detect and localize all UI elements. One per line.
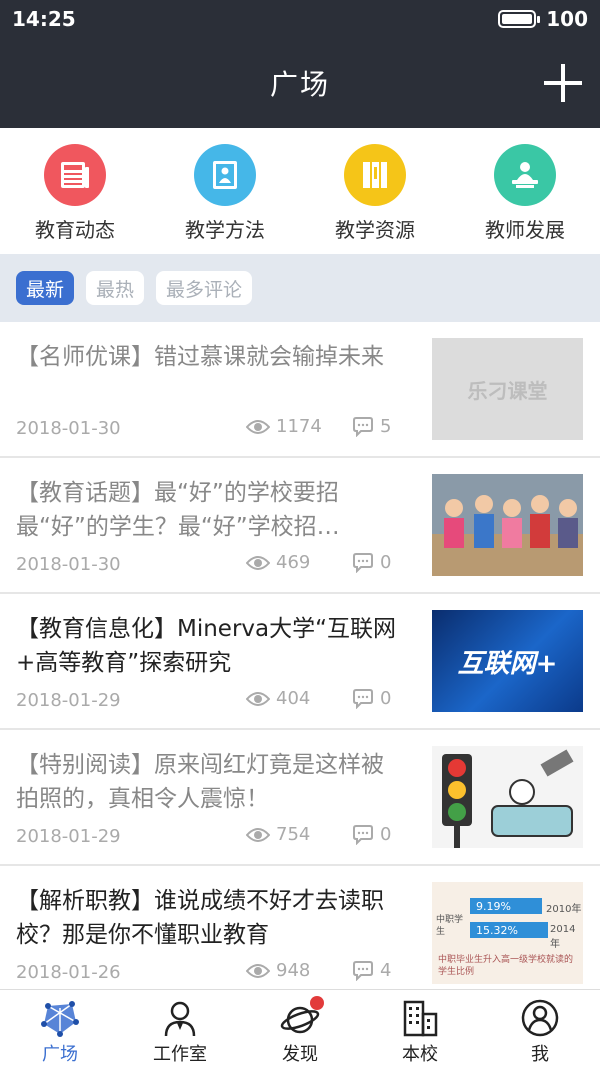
article-item[interactable]: 【教育话题】最“好”的学校要招最“好”的学生？最“好”学校招最“好”的学生？ 2… bbox=[0, 458, 600, 594]
comment-bubble-icon bbox=[353, 688, 373, 709]
title-bar: 广场 bbox=[0, 38, 600, 128]
eye-icon bbox=[246, 963, 270, 978]
nav-studio[interactable]: 工作室 bbox=[120, 990, 240, 1067]
page-title: 广场 bbox=[269, 68, 330, 101]
thumbnail-logo-text: 乐刁课堂 bbox=[467, 378, 548, 403]
nav-label: 本校 bbox=[402, 1044, 438, 1065]
thumbnail-year-2010: 2010年 bbox=[546, 904, 582, 915]
nav-plaza[interactable]: 广场 bbox=[0, 990, 120, 1067]
comment-bubble-icon bbox=[353, 416, 373, 437]
thumbnail-banner-text: 互联网+ bbox=[457, 648, 558, 679]
view-count: 404 bbox=[246, 688, 310, 709]
article-date: 2018-01-29 bbox=[16, 690, 121, 711]
thumbnail-caption: 中职毕业生升入高一级学校就读的学生比例 bbox=[438, 955, 574, 977]
filter-most-comments[interactable]: 最多评论 bbox=[156, 271, 253, 305]
notification-badge bbox=[310, 996, 324, 1010]
category-label: 教学方法 bbox=[185, 218, 265, 242]
eye-icon bbox=[246, 827, 270, 842]
article-list: 【名师优课】错过慕课就会输掉未来 2018-01-30 1174 5 乐刁课堂 … bbox=[0, 322, 600, 1002]
article-date: 2018-01-30 bbox=[16, 418, 121, 439]
add-button[interactable] bbox=[544, 64, 582, 102]
article-title: 【特别阅读】原来闯红灯竟是这样被拍照的，真相令人震惊！ bbox=[16, 752, 384, 812]
nav-label: 广场 bbox=[42, 1044, 78, 1065]
eye-icon bbox=[246, 555, 270, 570]
building-icon bbox=[403, 1000, 438, 1037]
eye-icon bbox=[246, 691, 270, 706]
nav-me[interactable]: 我 bbox=[480, 990, 600, 1067]
whiteboard-icon bbox=[194, 144, 256, 206]
article-date: 2018-01-30 bbox=[16, 554, 121, 575]
status-bar: 14:25 100 bbox=[0, 0, 600, 38]
category-label: 教育动态 bbox=[35, 218, 115, 242]
filter-latest[interactable]: 最新 bbox=[16, 271, 75, 305]
plaza-icon bbox=[41, 1001, 79, 1037]
view-count: 754 bbox=[246, 824, 310, 845]
article-thumbnail: 互联网+ bbox=[432, 610, 583, 712]
view-count: 948 bbox=[246, 960, 310, 981]
battery-level: 100 bbox=[546, 7, 588, 31]
bottom-nav: 广场 工作室 发现 本校 我 bbox=[0, 989, 600, 1067]
thumbnail-bar-2010: 9.19% bbox=[470, 898, 542, 914]
nav-school[interactable]: 本校 bbox=[360, 990, 480, 1067]
category-education-news[interactable]: 教育动态 bbox=[0, 144, 150, 243]
article-thumbnail: 乐刁课堂 bbox=[432, 338, 583, 440]
battery-indicator: 100 bbox=[498, 7, 588, 31]
article-item[interactable]: 【解析职教】谁说成绩不好才去读职校？那是你不懂职业教育 2018-01-26 9… bbox=[0, 866, 600, 1002]
comment-bubble-icon bbox=[353, 552, 373, 573]
article-title: 【教育话题】最“好”的学校要招最“好”的学生？最“好”学校招最“好”的学生？ bbox=[16, 480, 339, 540]
thumbnail-year-2014: 2014年 bbox=[550, 924, 576, 950]
nav-label: 我 bbox=[531, 1044, 549, 1065]
article-title: 【解析职教】谁说成绩不好才去读职校？那是你不懂职业教育 bbox=[16, 888, 384, 948]
news-icon bbox=[44, 144, 106, 206]
category-teacher-development[interactable]: 教师发展 bbox=[450, 144, 600, 243]
article-date: 2018-01-29 bbox=[16, 826, 121, 847]
comment-count: 5 bbox=[352, 416, 391, 437]
article-thumbnail bbox=[432, 474, 583, 576]
article-item[interactable]: 【教育信息化】Minerva大学“互联网+高等教育”探索研究 2018-01-2… bbox=[0, 594, 600, 730]
filter-bar: 最新 最热 最多评论 bbox=[0, 254, 600, 322]
status-time: 14:25 bbox=[12, 7, 76, 31]
article-title: 【教育信息化】Minerva大学“互联网+高等教育”探索研究 bbox=[16, 616, 397, 676]
comment-bubble-icon bbox=[353, 960, 373, 981]
article-title: 【名师优课】错过慕课就会输掉未来 bbox=[16, 344, 384, 370]
thumbnail-bar-2014: 15.32% bbox=[470, 922, 548, 938]
category-label: 教学资源 bbox=[335, 218, 415, 242]
nav-label: 发现 bbox=[282, 1044, 318, 1065]
profile-icon bbox=[521, 999, 559, 1037]
article-item[interactable]: 【特别阅读】原来闯红灯竟是这样被拍照的，真相令人震惊！ 2018-01-29 7… bbox=[0, 730, 600, 866]
article-thumbnail: 中职学生 9.19% 2010年 15.32% 2014年 中职毕业生升入高一级… bbox=[432, 882, 583, 984]
books-icon bbox=[344, 144, 406, 206]
category-row: 教育动态 教学方法 教学资源 教师发展 bbox=[0, 128, 600, 254]
thumbnail-side-label: 中职学生 bbox=[436, 915, 464, 937]
article-date: 2018-01-26 bbox=[16, 962, 121, 983]
category-label: 教师发展 bbox=[485, 218, 565, 242]
article-thumbnail bbox=[432, 746, 583, 848]
app-root: 14:25 100 广场 教育动态 教学方法 教学资源 教师发展 最新 最热 最… bbox=[0, 0, 600, 1067]
comment-bubble-icon bbox=[353, 824, 373, 845]
nav-label: 工作室 bbox=[153, 1044, 207, 1065]
view-count: 469 bbox=[246, 552, 310, 573]
studio-person-icon bbox=[164, 1001, 196, 1037]
comment-count: 0 bbox=[352, 688, 391, 709]
article-item[interactable]: 【名师优课】错过慕课就会输掉未来 2018-01-30 1174 5 乐刁课堂 bbox=[0, 322, 600, 458]
category-teaching-resources[interactable]: 教学资源 bbox=[300, 144, 450, 243]
battery-icon bbox=[498, 10, 541, 28]
view-count: 1174 bbox=[246, 416, 322, 437]
comment-count: 0 bbox=[352, 552, 391, 573]
filter-hottest[interactable]: 最热 bbox=[86, 271, 145, 305]
nav-discover[interactable]: 发现 bbox=[240, 990, 360, 1067]
teacher-podium-icon bbox=[494, 144, 556, 206]
comment-count: 0 bbox=[352, 824, 391, 845]
header: 14:25 100 广场 bbox=[0, 0, 600, 128]
comment-count: 4 bbox=[352, 960, 391, 981]
eye-icon bbox=[246, 419, 270, 434]
category-teaching-methods[interactable]: 教学方法 bbox=[150, 144, 300, 243]
